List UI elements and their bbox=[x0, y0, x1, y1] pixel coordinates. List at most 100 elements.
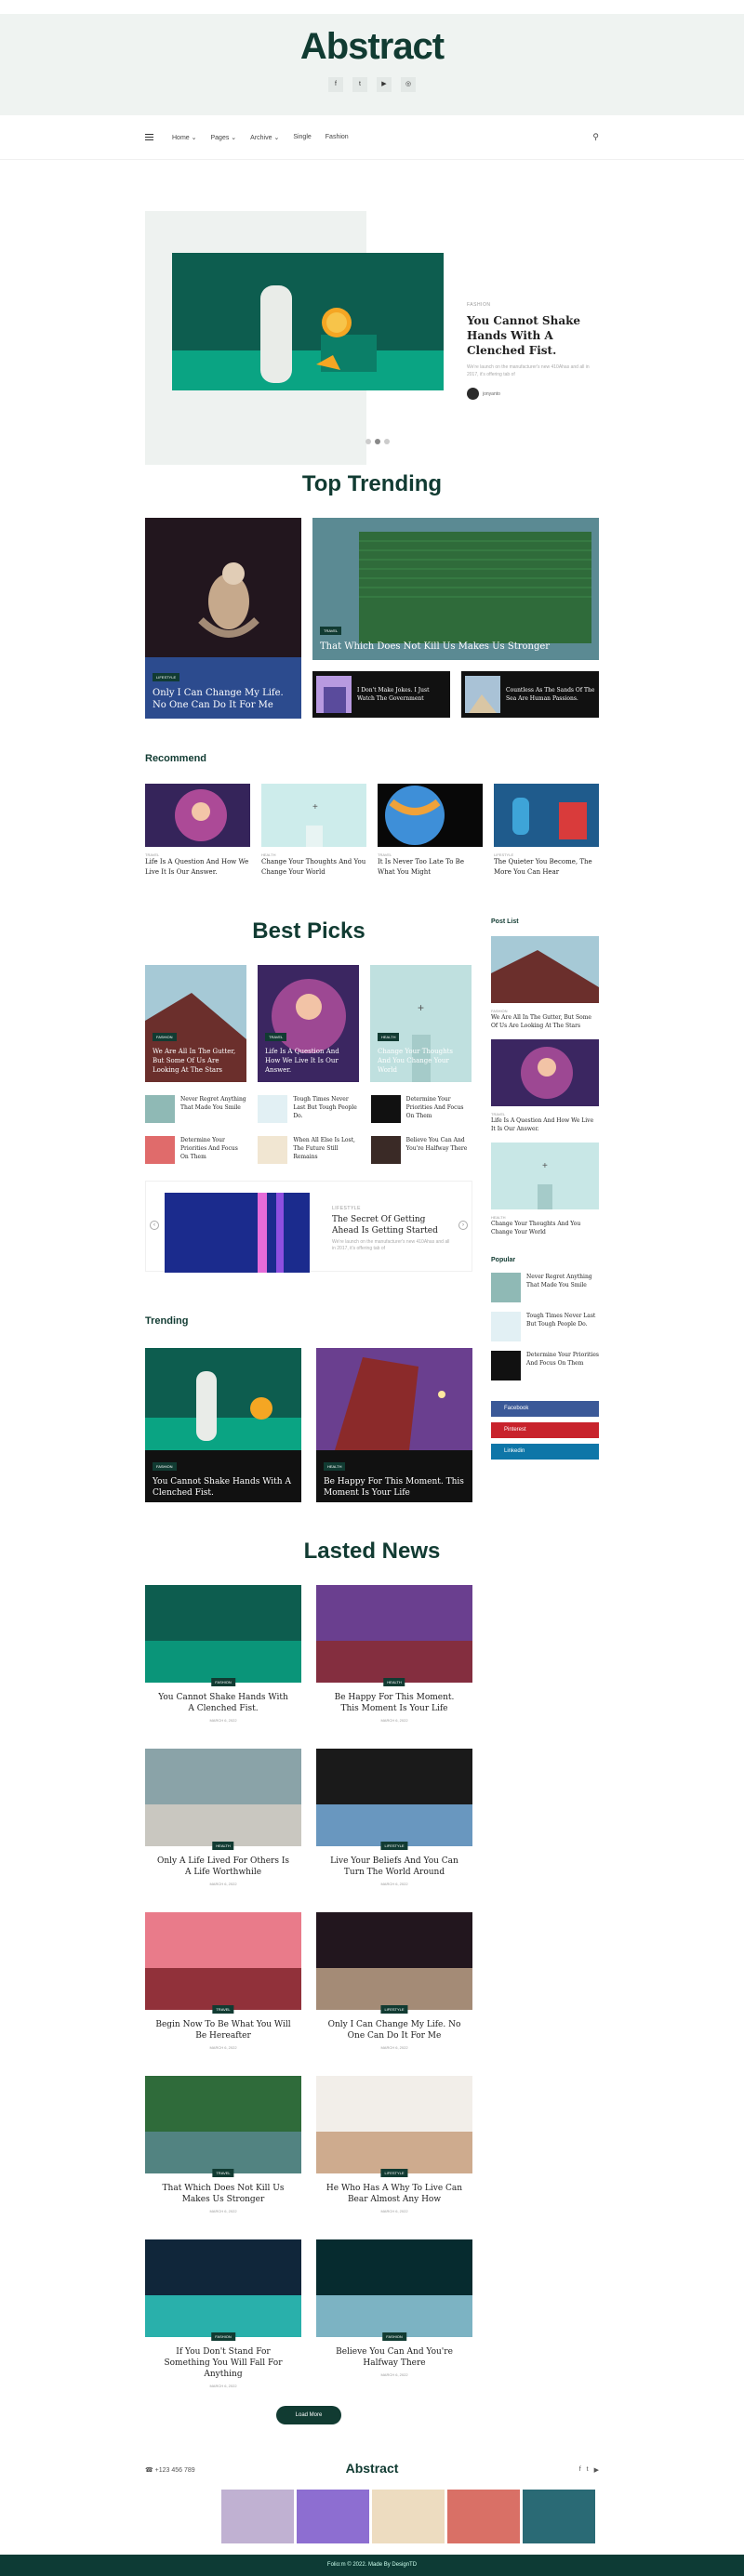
nav-fashion[interactable]: Fashion bbox=[326, 134, 349, 140]
card-title[interactable]: Change Your Thoughts And You Change Your… bbox=[378, 1047, 464, 1075]
card-title[interactable]: We Are All In The Gutter, But Some Of Us… bbox=[153, 1047, 239, 1075]
popular-item[interactable]: Tough Times Never Last But Tough People … bbox=[491, 1312, 599, 1341]
site-logo[interactable]: Abstract bbox=[0, 25, 744, 68]
list-item[interactable]: Never Regret Anything That Made You Smil… bbox=[145, 1095, 246, 1123]
card-title[interactable]: You Cannot Shake Hands With A Clenched F… bbox=[153, 1476, 294, 1499]
card-title[interactable]: Change Your Thoughts And You Change Your… bbox=[491, 1220, 599, 1236]
card-title[interactable]: That Which Does Not Kill Us Makes Us Str… bbox=[320, 641, 591, 653]
list-item-title[interactable]: Determine Your Priorities And Focus On T… bbox=[526, 1351, 599, 1380]
category-badge[interactable]: HEALTH bbox=[324, 1462, 346, 1471]
facebook-share-button[interactable]: Facebook bbox=[491, 1401, 599, 1417]
next-arrow-icon[interactable]: › bbox=[458, 1221, 468, 1230]
recommend-card[interactable]: LIFESTYLE The Quieter You Become, The Mo… bbox=[494, 784, 599, 878]
list-item-title[interactable]: Believe You Can And You're Halfway There bbox=[406, 1136, 472, 1164]
card-title[interactable]: He Who Has A Why To Live Can Bear Almost… bbox=[326, 2183, 463, 2205]
list-item[interactable]: Determine Your Priorities And Focus On T… bbox=[145, 1136, 246, 1164]
category-badge[interactable]: LIFESTYLE bbox=[153, 673, 180, 681]
card-title[interactable]: Be Happy For This Moment. This Moment Is… bbox=[324, 1476, 465, 1499]
card-title[interactable]: Countless As The Sands Of The Sea Are Hu… bbox=[506, 686, 595, 703]
twitter-icon[interactable]: t bbox=[587, 2466, 589, 2474]
hero-title[interactable]: You Cannot Shake Hands With A Clenched F… bbox=[467, 313, 597, 358]
category-badge[interactable]: TRAVEL bbox=[320, 627, 342, 635]
nav-home[interactable]: Home ⌄ bbox=[172, 134, 196, 141]
card-title[interactable]: We Are All In The Gutter, But Some Of Us… bbox=[491, 1013, 599, 1030]
trending-card[interactable]: HEALTH Be Happy For This Moment. This Mom… bbox=[316, 1348, 472, 1506]
popular-item[interactable]: Never Regret Anything That Made You Smil… bbox=[491, 1273, 599, 1302]
card-title[interactable]: Only I Can Change My Life. No One Can Do… bbox=[326, 2019, 463, 2041]
category-badge[interactable]: HEALTH bbox=[378, 1033, 400, 1041]
gallery-image[interactable] bbox=[372, 2490, 445, 2543]
card-title[interactable]: You Cannot Shake Hands With A Clenched F… bbox=[154, 1692, 292, 1714]
card-title[interactable]: Life Is A Question And How We Live It Is… bbox=[145, 857, 250, 878]
card-title[interactable]: Life Is A Question And How We Live It Is… bbox=[265, 1047, 352, 1075]
recommend-card[interactable]: TRAVEL Life Is A Question And How We Liv… bbox=[145, 784, 250, 878]
card-title[interactable]: Begin Now To Be What You Will Be Hereaft… bbox=[154, 2019, 292, 2041]
slider-title[interactable]: The Secret Of Getting Ahead Is Getting S… bbox=[332, 1214, 453, 1236]
gallery-image[interactable] bbox=[523, 2490, 595, 2543]
sidebar-post[interactable]: + HEALTH Change Your Thoughts And You Ch… bbox=[491, 1143, 599, 1236]
card-title[interactable]: The Quieter You Become, The More You Can… bbox=[494, 857, 599, 878]
latest-news-card[interactable]: LIFESTYLE Only I Can Change My Life. No O… bbox=[316, 1912, 472, 2076]
card-title[interactable]: Live Your Beliefs And You Can Turn The W… bbox=[326, 1856, 463, 1878]
best-pick-card[interactable]: FASHION We Are All In The Gutter, But Som… bbox=[145, 965, 246, 1082]
list-item[interactable]: Determine Your Priorities And Focus On T… bbox=[370, 1095, 472, 1123]
category-badge[interactable]: LIFESTYLE bbox=[380, 2005, 408, 2014]
category-badge[interactable]: FASHION bbox=[211, 1678, 235, 1686]
card-title[interactable]: Believe You Can And You're Halfway There bbox=[326, 2346, 463, 2369]
category-badge[interactable]: LIFESTYLE bbox=[380, 2169, 408, 2177]
recommend-card[interactable]: TRAVEL It Is Never Too Late To Be What Y… bbox=[378, 784, 483, 878]
nav-archive[interactable]: Archive ⌄ bbox=[250, 134, 279, 141]
trending-small-card-2[interactable]: Countless As The Sands Of The Sea Are Hu… bbox=[461, 671, 599, 718]
latest-news-card[interactable]: FASHION Believe You Can And You're Halfwa… bbox=[316, 2239, 472, 2403]
list-item[interactable]: Believe You Can And You're Halfway There bbox=[370, 1136, 472, 1164]
slider-category[interactable]: LIFESTYLE bbox=[332, 1206, 453, 1211]
trending-card[interactable]: FASHION You Cannot Shake Hands With A Cle… bbox=[145, 1348, 301, 1506]
list-item-title[interactable]: Tough Times Never Last But Tough People … bbox=[526, 1312, 599, 1341]
category-badge[interactable]: FASHION bbox=[153, 1033, 177, 1041]
load-more-button[interactable]: Load More bbox=[276, 2406, 341, 2424]
slider-image[interactable] bbox=[165, 1193, 310, 1273]
pinterest-share-button[interactable]: Pinterest bbox=[491, 1422, 599, 1438]
trending-big-card-1[interactable]: LIFESTYLE Only I Can Change My Life. No O… bbox=[145, 518, 301, 719]
menu-icon[interactable] bbox=[145, 132, 153, 142]
latest-news-card[interactable]: TRAVEL That Which Does Not Kill Us Makes … bbox=[145, 2076, 301, 2239]
category-badge[interactable]: LIFESTYLE bbox=[380, 1842, 408, 1850]
category-badge[interactable]: TRAVEL bbox=[265, 1033, 287, 1041]
linkedin-share-button[interactable]: Linkedin bbox=[491, 1444, 599, 1460]
trending-big-card-2[interactable]: TRAVEL That Which Does Not Kill Us Makes … bbox=[312, 518, 599, 660]
card-title[interactable]: Change Your Thoughts And You Change Your… bbox=[261, 857, 366, 878]
latest-news-card[interactable]: LIFESTYLE Live Your Beliefs And You Can T… bbox=[316, 1749, 472, 1912]
category-badge[interactable]: TRAVEL bbox=[212, 2169, 234, 2177]
hero-category[interactable]: FASHION bbox=[467, 302, 597, 308]
trending-small-card-1[interactable]: I Don't Make Jokes. I Just Watch The Gov… bbox=[312, 671, 450, 718]
twitter-icon[interactable]: t bbox=[352, 77, 367, 92]
category-badge[interactable]: HEALTH bbox=[383, 1678, 405, 1686]
sidebar-post[interactable]: TRAVEL Life Is A Question And How We Liv… bbox=[491, 1039, 599, 1133]
best-pick-card[interactable]: TRAVEL Life Is A Question And How We Live… bbox=[258, 965, 359, 1082]
category-badge[interactable]: FASHION bbox=[153, 1462, 177, 1471]
list-item-title[interactable]: Never Regret Anything That Made You Smil… bbox=[526, 1273, 599, 1302]
slider-dots[interactable] bbox=[365, 439, 390, 444]
latest-news-card[interactable]: HEALTH Only A Life Lived For Others Is A … bbox=[145, 1749, 301, 1912]
category-badge[interactable]: HEALTH bbox=[212, 1842, 234, 1850]
card-title[interactable]: I Don't Make Jokes. I Just Watch The Gov… bbox=[357, 686, 446, 703]
prev-arrow-icon[interactable]: ‹ bbox=[150, 1221, 159, 1230]
list-item-title[interactable]: Never Regret Anything That Made You Smil… bbox=[180, 1095, 246, 1123]
best-pick-card[interactable]: + HEALTH Change Your Thoughts And You Chan… bbox=[370, 965, 472, 1082]
card-title[interactable]: That Which Does Not Kill Us Makes Us Str… bbox=[154, 2183, 292, 2205]
card-title[interactable]: Life Is A Question And How We Live It Is… bbox=[491, 1116, 599, 1133]
popular-item[interactable]: Determine Your Priorities And Focus On T… bbox=[491, 1351, 599, 1380]
list-item[interactable]: When All Else Is Lost, The Future Still … bbox=[258, 1136, 359, 1164]
category-badge[interactable]: FASHION bbox=[211, 2332, 235, 2341]
facebook-icon[interactable]: f bbox=[579, 2466, 581, 2474]
list-item-title[interactable]: Determine Your Priorities And Focus On T… bbox=[180, 1136, 246, 1164]
sidebar-post[interactable]: FASHION We Are All In The Gutter, But So… bbox=[491, 936, 599, 1030]
hero-image[interactable] bbox=[172, 253, 444, 390]
recommend-card[interactable]: + HEALTH Change Your Thoughts And You Ch… bbox=[261, 784, 366, 878]
list-item-title[interactable]: Tough Times Never Last But Tough People … bbox=[293, 1095, 359, 1123]
list-item-title[interactable]: When All Else Is Lost, The Future Still … bbox=[293, 1136, 359, 1164]
card-title[interactable]: Only I Can Change My Life. No One Can Do… bbox=[153, 687, 294, 711]
latest-news-card[interactable]: TRAVEL Begin Now To Be What You Will Be H… bbox=[145, 1912, 301, 2076]
category-badge[interactable]: TRAVEL bbox=[212, 2005, 234, 2014]
search-icon[interactable]: ⚲ bbox=[592, 132, 599, 142]
